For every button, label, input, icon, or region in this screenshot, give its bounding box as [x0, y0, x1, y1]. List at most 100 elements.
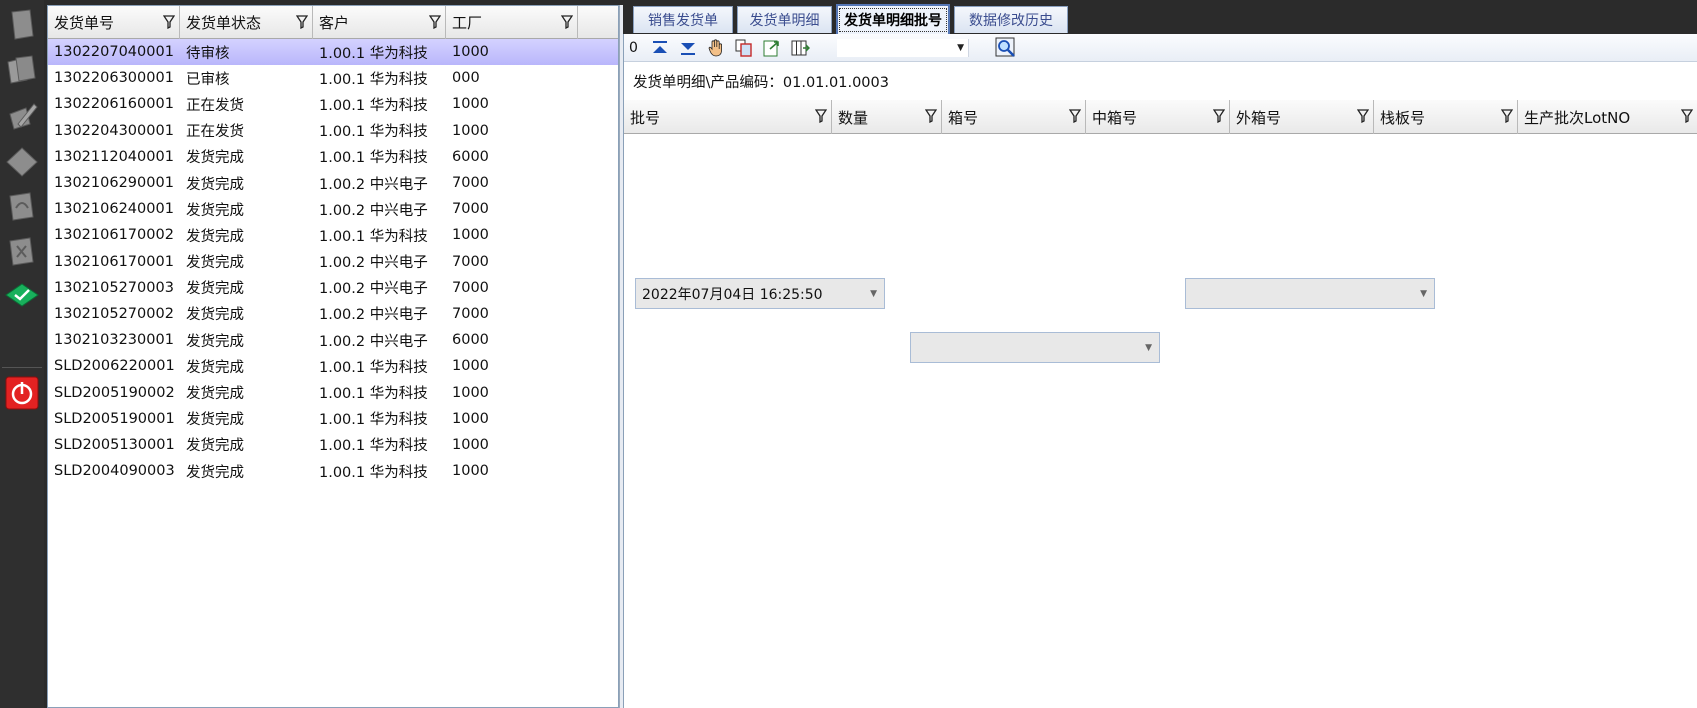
- table-cell: 1302106240001: [54, 201, 174, 218]
- column-header-middle-box-no[interactable]: 中箱号: [1086, 100, 1230, 134]
- column-header-factory[interactable]: 工厂: [446, 6, 578, 39]
- first-record-icon[interactable]: [646, 36, 674, 60]
- dropdown-arrow-icon: ▼: [1145, 343, 1152, 353]
- table-cell: 1000: [452, 463, 489, 480]
- table-cell: 1.00.1 华为科技: [319, 97, 428, 114]
- column-header-quantity[interactable]: 数量: [832, 100, 942, 134]
- table-row[interactable]: 1302106240001 发货完成 1.00.2 中兴电子 7000: [48, 196, 618, 222]
- delete-icon[interactable]: [3, 231, 41, 271]
- table-cell: 发货完成: [186, 333, 244, 350]
- table-row[interactable]: SLD2005190002 发货完成 1.00.1 华为科技 1000: [48, 379, 618, 405]
- filter-icon[interactable]: [1681, 109, 1693, 123]
- column-header-batch-no[interactable]: 批号: [624, 100, 832, 134]
- table-cell: 1302112040001: [54, 148, 174, 165]
- edit-icon[interactable]: [3, 96, 41, 136]
- table-cell: 正在发货: [186, 97, 244, 114]
- table-row[interactable]: SLD2005130001 发货完成 1.00.1 华为科技 1000: [48, 432, 618, 458]
- table-cell: SLD2004090003: [54, 463, 175, 480]
- record-toolbar: 0 ▼: [624, 34, 1697, 62]
- table-row[interactable]: 1302105270003 发货完成 1.00.2 中兴电子 7000: [48, 275, 618, 301]
- filter-icon[interactable]: [163, 15, 175, 29]
- empty-dropdown[interactable]: ▼: [910, 332, 1160, 363]
- page-icon[interactable]: [3, 4, 41, 44]
- dropdown-arrow-icon: ▼: [1420, 289, 1427, 299]
- table-row[interactable]: 1302106170001 发货完成 1.00.2 中兴电子 7000: [48, 249, 618, 275]
- power-icon[interactable]: [3, 373, 41, 413]
- table-cell: 已审核: [186, 71, 230, 88]
- hand-icon[interactable]: [702, 36, 730, 60]
- column-header-outer-box-no[interactable]: 外箱号: [1230, 100, 1374, 134]
- table-cell: 发货完成: [186, 228, 244, 245]
- table-cell: 待审核: [186, 45, 230, 62]
- table-row[interactable]: SLD2005190001 发货完成 1.00.1 华为科技 1000: [48, 406, 618, 432]
- find-icon[interactable]: [994, 36, 1018, 60]
- column-header-customer[interactable]: 客户: [313, 6, 446, 39]
- table-cell: 1302106170002: [54, 227, 174, 244]
- grid-body: 1302207040001 待审核 1.00.1 华为科技 1000 130220630…: [48, 39, 618, 484]
- columns-icon[interactable]: [786, 36, 814, 60]
- table-row[interactable]: 1302206300001 已审核 1.00.1 华为科技 000: [48, 65, 618, 91]
- column-header-pallet-no[interactable]: 栈板号: [1374, 100, 1518, 134]
- filter-icon[interactable]: [296, 15, 308, 29]
- filter-icon[interactable]: [925, 109, 937, 123]
- empty-dropdown[interactable]: ▼: [1185, 278, 1435, 309]
- table-cell: 1000: [452, 436, 489, 453]
- approve-icon[interactable]: [3, 276, 41, 316]
- table-cell: 1000: [452, 384, 489, 401]
- table-cell: 1000: [452, 227, 489, 244]
- datetime-picker[interactable]: 2022年07月04日 16:25:50 ▼: [635, 278, 885, 309]
- filter-icon[interactable]: [1069, 109, 1081, 123]
- table-cell: 1302204300001: [54, 122, 174, 139]
- table-row[interactable]: 1302207040001 待审核 1.00.1 华为科技 1000: [48, 39, 618, 66]
- table-cell: 1302206160001: [54, 96, 174, 113]
- filter-icon[interactable]: [429, 15, 441, 29]
- table-cell: 1.00.1 华为科技: [319, 464, 428, 481]
- table-cell: 7000: [452, 305, 489, 322]
- tab-bar: 销售发货单 发货单明细 发货单明细批号 数据修改历史: [623, 0, 1697, 34]
- undo-icon[interactable]: [3, 186, 41, 226]
- last-record-icon[interactable]: [674, 36, 702, 60]
- table-row[interactable]: 1302105270002 发货完成 1.00.2 中兴电子 7000: [48, 301, 618, 327]
- table-cell: 1302206300001: [54, 70, 174, 87]
- column-header-status[interactable]: 发货单状态: [180, 6, 313, 39]
- filter-icon[interactable]: [815, 109, 827, 123]
- tab-change-history[interactable]: 数据修改历史: [954, 6, 1068, 33]
- table-cell: 1000: [452, 44, 489, 61]
- table-row[interactable]: 1302106290001 发货完成 1.00.2 中兴电子 7000: [48, 170, 618, 196]
- table-cell: 1000: [452, 358, 489, 375]
- table-cell: 1.00.1 华为科技: [319, 438, 428, 455]
- table-row[interactable]: 1302112040001 发货完成 1.00.1 华为科技 6000: [48, 144, 618, 170]
- pages-icon[interactable]: [3, 50, 41, 90]
- tab-sales-shipment[interactable]: 销售发货单: [633, 6, 733, 33]
- filter-icon[interactable]: [1213, 109, 1225, 123]
- column-header-lot-no[interactable]: 生产批次LotNO: [1518, 100, 1697, 134]
- table-row[interactable]: 1302206160001 正在发货 1.00.1 华为科技 1000: [48, 91, 618, 117]
- table-cell: 发货完成: [186, 281, 244, 298]
- table-cell: 1302105270003: [54, 279, 174, 296]
- table-cell: 7000: [452, 201, 489, 218]
- diamond-icon[interactable]: [3, 142, 41, 182]
- tab-shipment-detail[interactable]: 发货单明细: [737, 6, 832, 33]
- filter-icon[interactable]: [561, 15, 573, 29]
- table-cell: SLD2005130001: [54, 436, 175, 453]
- tab-shipment-detail-batch[interactable]: 发货单明细批号: [836, 4, 950, 34]
- table-cell: 发货完成: [186, 464, 244, 481]
- filter-icon[interactable]: [1501, 109, 1513, 123]
- table-cell: 正在发货: [186, 124, 244, 141]
- table-cell: 1.00.1 华为科技: [319, 124, 428, 141]
- table-row[interactable]: SLD2004090003 发货完成 1.00.1 华为科技 1000: [48, 458, 618, 484]
- copy-icon[interactable]: [730, 36, 758, 60]
- toolbar-combo[interactable]: ▼: [837, 39, 969, 57]
- table-row[interactable]: 1302103230001 发货完成 1.00.2 中兴电子 6000: [48, 327, 618, 353]
- table-cell: 6000: [452, 148, 489, 165]
- column-header-shipment-no[interactable]: 发货单号: [48, 6, 180, 39]
- table-cell: 1302106290001: [54, 175, 174, 192]
- table-row[interactable]: SLD2006220001 发货完成 1.00.1 华为科技 1000: [48, 353, 618, 379]
- table-row[interactable]: 1302204300001 正在发货 1.00.1 华为科技 1000: [48, 118, 618, 144]
- filter-icon[interactable]: [1357, 109, 1369, 123]
- column-header-box-no[interactable]: 箱号: [942, 100, 1086, 134]
- detail-grid-header: 批号 数量 箱号 中箱号 外箱号 栈板号 生产批次LotNO: [624, 100, 1697, 134]
- table-row[interactable]: 1302106170002 发货完成 1.00.1 华为科技 1000: [48, 222, 618, 248]
- table-cell: 1000: [452, 122, 489, 139]
- export-icon[interactable]: [758, 36, 786, 60]
